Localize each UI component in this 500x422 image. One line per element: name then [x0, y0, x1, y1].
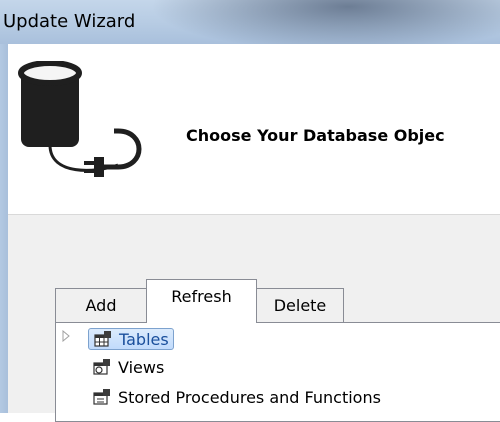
expand-arrow-icon[interactable] — [60, 330, 72, 342]
title-bar-glow — [150, 0, 500, 44]
tree-item-label: Views — [118, 357, 165, 377]
window-title: Update Wizard — [3, 11, 136, 32]
procedure-icon — [93, 389, 110, 405]
selection-highlight: Tables — [88, 328, 174, 350]
tab-add[interactable]: Add — [55, 288, 147, 322]
tree-item-stored-procedures[interactable]: Stored Procedures and Functions — [92, 384, 381, 410]
tab-refresh[interactable]: Refresh — [146, 279, 257, 323]
object-selection-area: Add Refresh Delete Tables Views Stored P… — [8, 215, 500, 422]
wizard-header: Choose Your Database Objec — [8, 44, 500, 215]
wizard-body: Choose Your Database Objec Add Refresh D… — [8, 44, 500, 422]
window-frame — [0, 44, 8, 413]
title-bar[interactable]: Update Wizard — [0, 0, 500, 44]
tree-item-label: Tables — [119, 329, 169, 349]
tree-item-tables[interactable]: Tables — [88, 326, 174, 352]
page-heading: Choose Your Database Objec — [186, 126, 445, 145]
tree-item-views[interactable]: Views — [92, 354, 164, 380]
tab-delete[interactable]: Delete — [256, 288, 344, 322]
table-icon — [94, 331, 111, 347]
tree-item-label: Stored Procedures and Functions — [118, 387, 381, 407]
database-connection-icon — [18, 61, 142, 177]
refresh-tab-panel: Tables Views Stored Procedures and Funct… — [55, 322, 500, 422]
view-icon — [93, 359, 110, 375]
